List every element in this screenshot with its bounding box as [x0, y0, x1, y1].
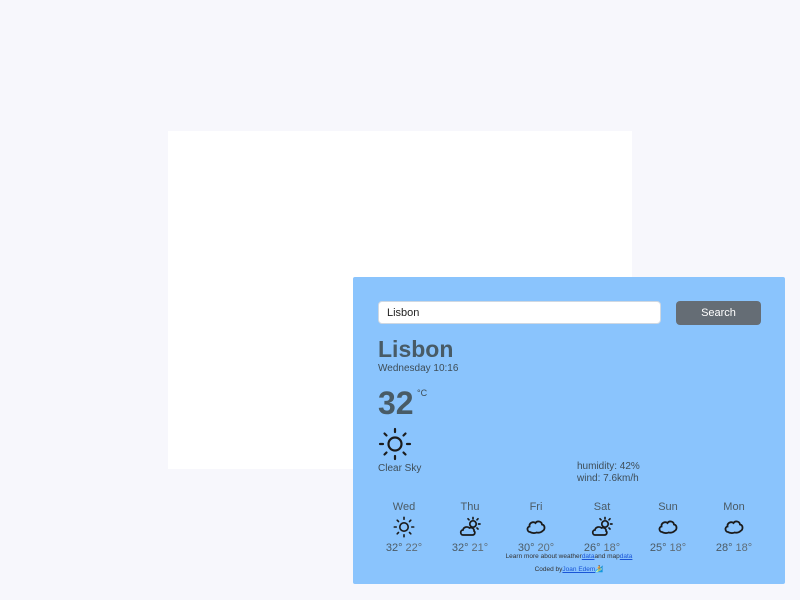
current-temperature: 32	[378, 385, 414, 421]
forecast-day-name: Thu	[460, 501, 480, 513]
learn-text: Learn more about weather	[505, 553, 582, 560]
weather-panel: Search Lisbon Wednesday 10:16 32 °C Clea…	[353, 277, 785, 584]
footer-learn: Learn more about weatherdataand mapdata	[353, 553, 785, 560]
weather-card: Search Lisbon Wednesday 10:16 32 °C Clea…	[168, 131, 785, 584]
and-text: and map	[594, 553, 620, 560]
coded-by-text: Coded by	[534, 566, 563, 573]
forecast-day: Wed 32° 22°	[371, 501, 437, 554]
forecast-day: Thu 32° 21°	[437, 501, 503, 554]
forecast-day: Mon 28° 18°	[701, 501, 767, 554]
weather-details: humidity: 42% wind: 7.6km/h	[577, 461, 640, 485]
surfer-emoji: 🏄	[595, 566, 604, 573]
forecast-day-name: Sun	[658, 501, 678, 513]
forecast-day-name: Sat	[593, 501, 611, 513]
humidity: humidity: 42%	[577, 461, 640, 472]
partly-cloudy-icon	[437, 516, 503, 538]
date-time: Wednesday 10:16	[378, 363, 459, 374]
forecast-day-name: Wed	[392, 501, 416, 513]
forecast-day-name: Fri	[529, 501, 543, 513]
cloud-icon	[701, 516, 767, 538]
footer-credit: Coded byJoan Edem🏄	[353, 565, 785, 573]
sun-icon	[371, 516, 437, 538]
weather-data-link[interactable]: data	[582, 553, 595, 560]
author-link[interactable]: Joan Edem	[562, 566, 595, 573]
weather-description: Clear Sky	[378, 463, 422, 474]
wind: wind: 7.6km/h	[577, 473, 639, 484]
cloud-icon	[635, 516, 701, 538]
forecast-day: Fri 30° 20°	[503, 501, 569, 554]
city-name: Lisbon	[378, 336, 454, 362]
partly-cloudy-icon	[569, 516, 635, 538]
search-input[interactable]	[378, 301, 661, 324]
forecast-day-name: Mon	[723, 501, 745, 513]
sun-icon	[378, 427, 412, 466]
cloud-icon	[503, 516, 569, 538]
forecast-day: Sun 25° 18°	[635, 501, 701, 554]
search-button[interactable]: Search	[676, 301, 761, 325]
map-data-link[interactable]: data	[620, 553, 633, 560]
temperature-unit: °C	[417, 388, 428, 398]
forecast: Wed 32° 22° Thu 32° 21° Fri 30° 20° Sat 26°…	[371, 501, 767, 554]
forecast-day: Sat 26° 18°	[569, 501, 635, 554]
